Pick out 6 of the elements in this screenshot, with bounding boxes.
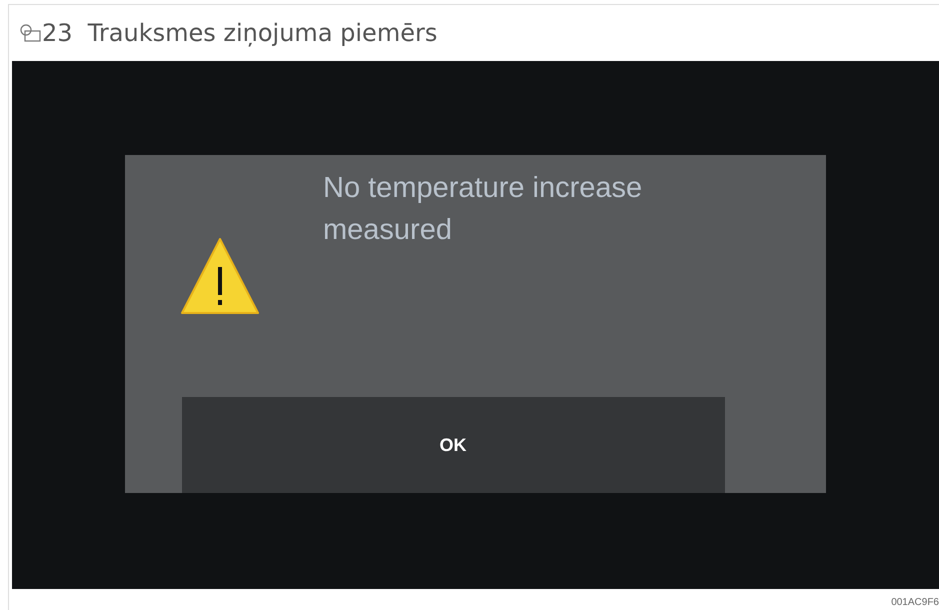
figure-code: 001AC9F6 (891, 597, 939, 608)
figure-title: 23 Trauksmes ziņojuma piemērs (42, 19, 438, 47)
ok-button[interactable]: OK (182, 397, 724, 493)
figure-icon (19, 24, 41, 42)
warning-icon (180, 237, 260, 315)
alarm-message: No temperature increase measured (323, 171, 644, 248)
